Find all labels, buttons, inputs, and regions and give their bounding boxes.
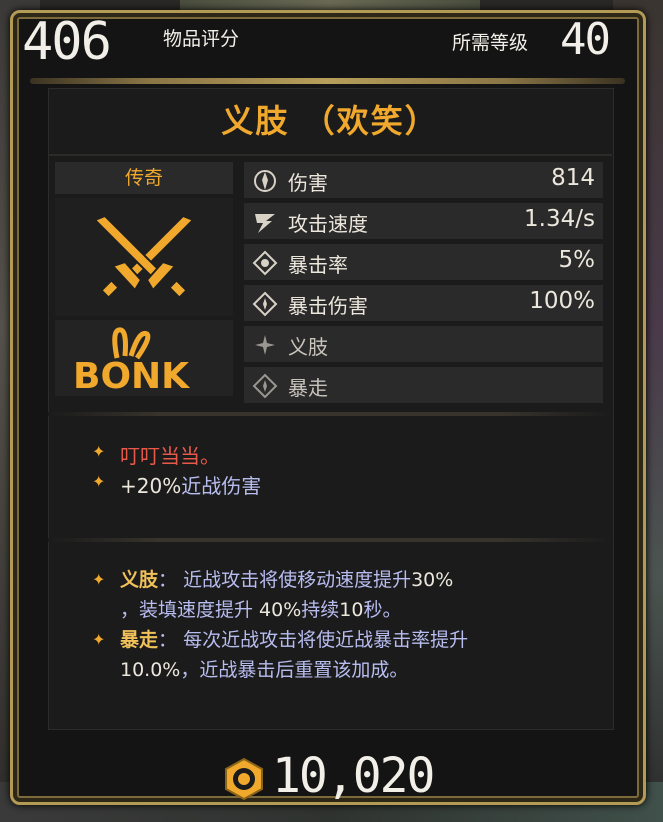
stat-value: 814 xyxy=(551,165,595,191)
section-divider xyxy=(48,412,612,416)
bullet-star-icon: ✦ xyxy=(92,570,106,589)
stat-value: 100% xyxy=(529,288,595,314)
stat-value: 1.34/s xyxy=(524,206,595,232)
flavor-text: 叮叮当当。 xyxy=(120,444,220,468)
stat-row-prosthetic[interactable]: 义肢 xyxy=(244,326,603,362)
stat-row-damage: 伤害 814 xyxy=(244,162,603,198)
passive-name: 义肢 xyxy=(120,569,159,591)
required-level-label: 所需等级 xyxy=(452,32,529,54)
stat-label: 暴击伤害 xyxy=(288,294,368,318)
rarity-label: 传奇 xyxy=(55,162,233,194)
item-score-value: 406 xyxy=(22,12,112,72)
stat-row-crit-rate: 暴击率 5% xyxy=(244,244,603,280)
effect-line: ✦ +20%近战伤害 xyxy=(92,470,592,500)
crossed-swords-icon xyxy=(93,214,195,299)
item-effects: ✦ 叮叮当当。 ✦ +20%近战伤害 xyxy=(92,440,592,500)
price-section: 10,020 xyxy=(0,742,663,812)
passive-list: ✦ 义肢： 近战攻击将使移动速度提升30% ，装填速度提升 40%持续10秒。 … xyxy=(92,565,592,685)
effect-line: ✦ 叮叮当当。 xyxy=(92,440,592,470)
weapon-type-box xyxy=(55,198,233,316)
stat-label: 义肢 xyxy=(288,335,328,359)
header-divider xyxy=(30,78,625,84)
frenzy-icon xyxy=(252,373,278,399)
stat-label: 暴击率 xyxy=(288,253,348,277)
crit-rate-icon xyxy=(252,250,278,276)
stat-row-attack-speed: 攻击速度 1.34/s xyxy=(244,203,603,239)
passive-frenzy: ✦ 暴走： 每次近战攻击将使近战暴击率提升 10.0%，近战暴击后重置该加成。 xyxy=(92,625,592,685)
bullet-star-icon: ✦ xyxy=(92,630,106,649)
bonus-text: 近战伤害 xyxy=(181,474,262,498)
price-value: 10,020 xyxy=(272,748,435,804)
damage-icon xyxy=(254,170,276,192)
section-divider xyxy=(48,538,612,542)
bullet-star-icon: ✦ xyxy=(92,472,106,491)
brand-logo-box: BONK xyxy=(55,320,233,397)
bonus-effect: +20%近战伤害 xyxy=(120,470,261,499)
item-name: 义肢 （欢笑） xyxy=(221,102,439,140)
stat-label: 暴走 xyxy=(288,376,328,400)
attack-speed-icon xyxy=(255,214,275,233)
bullet-star-icon: ✦ xyxy=(92,442,106,461)
bonk-logo: BONK xyxy=(73,327,190,397)
passive-name: 暴走 xyxy=(120,629,159,651)
required-level-value: 40 xyxy=(560,14,611,65)
coin-icon xyxy=(225,757,263,801)
prosthetic-icon xyxy=(255,335,275,355)
passive-prosthetic: ✦ 义肢： 近战攻击将使移动速度提升30% ，装填速度提升 40%持续10秒。 xyxy=(92,565,592,625)
stat-label: 伤害 xyxy=(288,171,328,195)
stat-row-frenzy[interactable]: 暴走 xyxy=(244,367,603,403)
bonus-value: +20% xyxy=(120,474,182,498)
crit-damage-icon xyxy=(252,291,278,317)
item-score-label: 物品评分 xyxy=(163,28,240,50)
bonk-logo-text: BONK xyxy=(73,356,190,396)
stat-row-crit-damage: 暴击伤害 100% xyxy=(244,285,603,321)
stat-label: 攻击速度 xyxy=(288,212,368,236)
stat-value: 5% xyxy=(558,247,596,273)
title-divider xyxy=(48,154,612,156)
